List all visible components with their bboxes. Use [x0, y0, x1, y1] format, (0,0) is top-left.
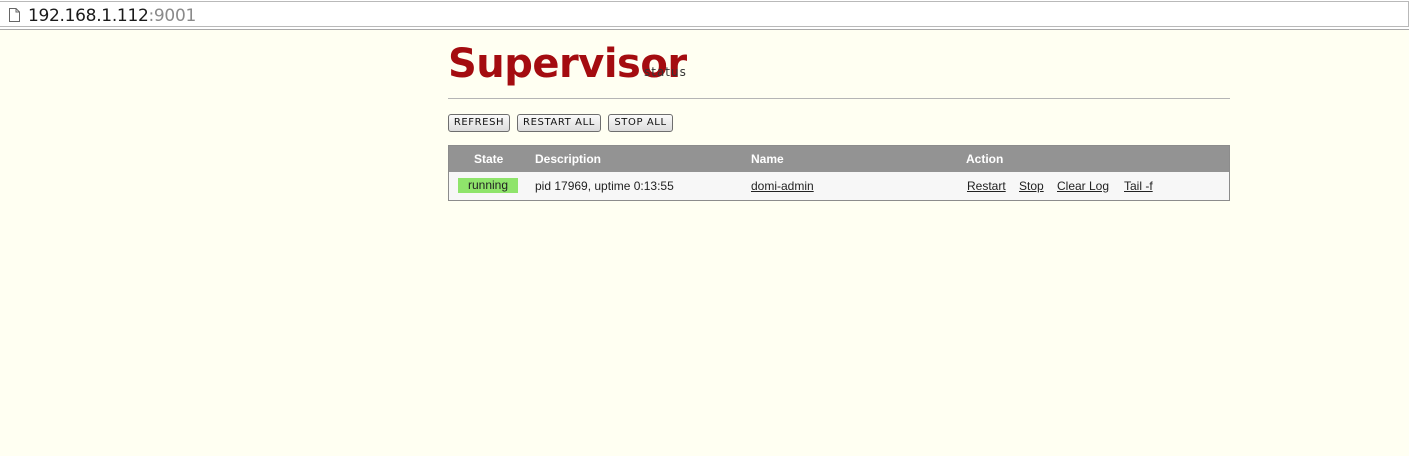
process-name-link[interactable]: domi-admin [751, 179, 814, 193]
stop-link[interactable]: Stop [1019, 179, 1044, 193]
process-table: State Description Name Action running pi… [448, 145, 1230, 201]
supervisor-logo: Supervisor [448, 41, 687, 87]
restart-link[interactable]: Restart [967, 179, 1006, 193]
stop-all-button[interactable]: STOP ALL [608, 114, 673, 132]
browser-address-bar: 192.168.1.112:9001 [0, 0, 1409, 30]
restart-all-button[interactable]: RESTART ALL [517, 114, 601, 132]
column-header-name: Name [751, 152, 784, 166]
url-host: 192.168.1.112 [28, 6, 149, 26]
refresh-button[interactable]: REFRESH [448, 114, 510, 132]
status-badge: running [458, 178, 518, 193]
table-row: running pid 17969, uptime 0:13:55 domi-a… [449, 172, 1229, 200]
header-divider [448, 98, 1230, 99]
column-header-description: Description [535, 152, 602, 166]
clear-log-link[interactable]: Clear Log [1057, 179, 1109, 193]
process-description: pid 17969, uptime 0:13:55 [535, 179, 674, 193]
column-header-state: State [474, 152, 504, 166]
page-icon [9, 8, 20, 22]
url-port: :9001 [148, 6, 196, 26]
column-header-action: Action [966, 152, 1004, 166]
url-text[interactable]: 192.168.1.112:9001 [28, 6, 196, 26]
table-header: State Description Name Action [449, 146, 1229, 172]
logo-subtitle: status [644, 65, 687, 79]
url-field[interactable]: 192.168.1.112:9001 [0, 1, 1409, 27]
tail-link[interactable]: Tail -f [1124, 179, 1153, 193]
